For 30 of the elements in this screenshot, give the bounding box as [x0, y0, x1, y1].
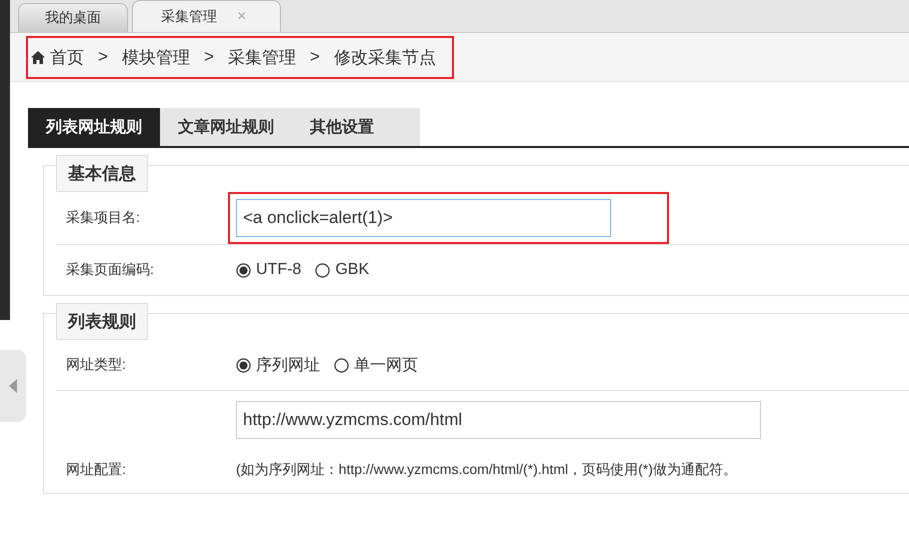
breadcrumb-separator: >: [98, 47, 108, 67]
section-title: 列表规则: [56, 303, 148, 340]
breadcrumb-link[interactable]: 修改采集节点: [334, 46, 436, 68]
section-title: 基本信息: [56, 155, 148, 192]
radio-checked-icon[interactable]: [236, 262, 251, 278]
field-label: 网址配置:: [65, 461, 127, 479]
breadcrumb-separator: >: [310, 47, 320, 67]
collapse-handle[interactable]: [0, 350, 26, 422]
radio-option[interactable]: 序列网址: [236, 354, 320, 376]
hint-text: (如为序列网址：http://www.yzmcms.com/html/(*).html，页码使用(*)做为通配符。: [236, 461, 738, 479]
field-label: 采集项目名:: [65, 209, 141, 227]
radio-option[interactable]: 单一网页: [334, 354, 418, 376]
radio-option[interactable]: UTF-8: [236, 261, 302, 279]
radio-checked-icon[interactable]: [236, 358, 251, 372]
window-tab[interactable]: 我的桌面: [18, 3, 128, 32]
input-field[interactable]: <a onclick=alert(1)>: [236, 199, 611, 237]
field-label: 采集页面编码:: [65, 261, 155, 279]
input-field[interactable]: http://www.yzmcms.com/html: [236, 401, 761, 439]
breadcrumb-link[interactable]: 模块管理: [122, 46, 190, 68]
radio-unchecked-icon[interactable]: [334, 358, 349, 372]
breadcrumb-link[interactable]: 采集管理: [228, 46, 296, 68]
tab[interactable]: 列表网址规则: [28, 108, 160, 146]
window-tab[interactable]: 采集管理 ×: [132, 0, 282, 32]
radio-unchecked-icon[interactable]: [315, 262, 330, 278]
field-label: 网址类型:: [65, 356, 127, 374]
breadcrumb-separator: >: [204, 47, 214, 67]
radio-option[interactable]: GBK: [315, 261, 370, 279]
home-icon: [31, 50, 45, 64]
breadcrumb-link[interactable]: 首页: [50, 46, 84, 68]
left-arrow-icon: [9, 379, 17, 393]
